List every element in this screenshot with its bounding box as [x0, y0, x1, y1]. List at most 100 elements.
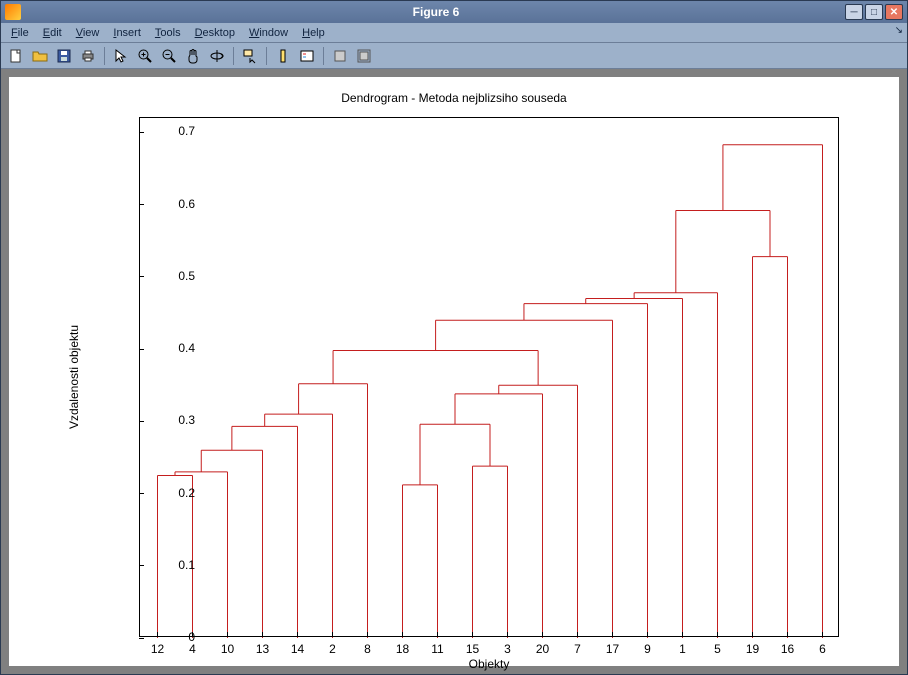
x-tick-label: 8 — [364, 642, 371, 656]
minimize-button[interactable]: ─ — [845, 4, 863, 20]
figure-window: Figure 6 ─ □ ✕ File Edit View Insert Too… — [0, 0, 908, 675]
zoom-out-icon — [161, 48, 177, 64]
x-tick-label: 13 — [256, 642, 269, 656]
y-tick-label: 0.2 — [178, 486, 195, 500]
x-tick-label: 10 — [221, 642, 234, 656]
x-tick-mark — [612, 632, 613, 637]
legend-icon — [299, 48, 315, 64]
menu-edit[interactable]: Edit — [37, 25, 68, 41]
x-tick-label: 1 — [679, 642, 686, 656]
y-tick-mark — [139, 204, 144, 205]
maximize-button[interactable]: □ — [865, 4, 883, 20]
menubar: File Edit View Insert Tools Desktop Wind… — [1, 23, 907, 43]
y-tick-label: 0.5 — [178, 269, 195, 283]
x-tick-mark — [717, 632, 718, 637]
folder-open-icon — [32, 48, 48, 64]
menu-insert[interactable]: Insert — [107, 25, 147, 41]
x-tick-label: 20 — [536, 642, 549, 656]
show-tools-button[interactable] — [353, 45, 375, 67]
y-tick-label: 0 — [188, 630, 195, 644]
menu-desktop[interactable]: Desktop — [189, 25, 241, 41]
pan-button[interactable] — [182, 45, 204, 67]
toolbar-separator — [323, 47, 324, 65]
x-tick-mark — [472, 632, 473, 637]
toolbar — [1, 43, 907, 69]
x-tick-label: 4 — [189, 642, 196, 656]
x-tick-mark — [752, 632, 753, 637]
y-tick-label: 0.1 — [178, 558, 195, 572]
x-tick-mark — [822, 632, 823, 637]
hand-icon — [185, 48, 201, 64]
save-button[interactable] — [53, 45, 75, 67]
axes[interactable]: 1241013142818111532071791519166 — [139, 117, 839, 637]
new-file-icon — [8, 48, 24, 64]
x-tick-label: 7 — [574, 642, 581, 656]
hide-tools-button[interactable] — [329, 45, 351, 67]
legend-button[interactable] — [296, 45, 318, 67]
toolbar-separator — [104, 47, 105, 65]
x-tick-label: 5 — [714, 642, 721, 656]
zoom-out-button[interactable] — [158, 45, 180, 67]
x-tick-label: 3 — [504, 642, 511, 656]
menu-view[interactable]: View — [70, 25, 106, 41]
data-cursor-button[interactable] — [239, 45, 261, 67]
x-tick-mark — [262, 632, 263, 637]
menu-file[interactable]: File — [5, 25, 35, 41]
pointer-icon — [113, 48, 129, 64]
show-tools-icon — [356, 48, 372, 64]
data-cursor-icon — [242, 48, 258, 64]
toolbar-separator — [266, 47, 267, 65]
toolbar-separator — [233, 47, 234, 65]
y-tick-label: 0.3 — [178, 413, 195, 427]
menu-tools[interactable]: Tools — [149, 25, 187, 41]
figure-canvas[interactable]: Dendrogram - Metoda nejblizsiho souseda … — [9, 77, 899, 666]
floppy-disk-icon — [56, 48, 72, 64]
window-title: Figure 6 — [27, 5, 845, 19]
x-tick-mark — [507, 632, 508, 637]
x-tick-mark — [402, 632, 403, 637]
x-tick-mark — [437, 632, 438, 637]
colorbar-button[interactable] — [272, 45, 294, 67]
rotate-3d-button[interactable] — [206, 45, 228, 67]
x-tick-label: 15 — [466, 642, 479, 656]
chart-title: Dendrogram - Metoda nejblizsiho souseda — [9, 91, 899, 105]
colorbar-icon — [275, 48, 291, 64]
x-tick-mark — [682, 632, 683, 637]
x-tick-mark — [297, 632, 298, 637]
x-tick-label: 16 — [781, 642, 794, 656]
print-button[interactable] — [77, 45, 99, 67]
menu-help[interactable]: Help — [296, 25, 331, 41]
x-tick-mark — [157, 632, 158, 637]
y-tick-label: 0.4 — [178, 341, 195, 355]
y-tick-mark — [139, 493, 144, 494]
menu-collapse-icon[interactable]: ↘ — [895, 25, 903, 36]
x-tick-label: 12 — [151, 642, 164, 656]
hide-tools-icon — [332, 48, 348, 64]
x-tick-mark — [647, 632, 648, 637]
edit-plot-button[interactable] — [110, 45, 132, 67]
y-tick-mark — [139, 638, 144, 639]
y-tick-label: 0.6 — [178, 197, 195, 211]
x-tick-label: 9 — [644, 642, 651, 656]
x-tick-label: 17 — [606, 642, 619, 656]
printer-icon — [80, 48, 96, 64]
y-axis-label: Vzdalenosti objektu — [67, 325, 81, 429]
x-tick-mark — [577, 632, 578, 637]
zoom-in-button[interactable] — [134, 45, 156, 67]
x-tick-label: 6 — [819, 642, 826, 656]
x-tick-mark — [542, 632, 543, 637]
x-tick-label: 14 — [291, 642, 304, 656]
new-figure-button[interactable] — [5, 45, 27, 67]
x-tick-mark — [332, 632, 333, 637]
close-button[interactable]: ✕ — [885, 4, 903, 20]
zoom-in-icon — [137, 48, 153, 64]
x-tick-mark — [787, 632, 788, 637]
menu-window[interactable]: Window — [243, 25, 294, 41]
y-tick-mark — [139, 565, 144, 566]
y-tick-mark — [139, 132, 144, 133]
y-tick-mark — [139, 349, 144, 350]
window-controls: ─ □ ✕ — [845, 4, 903, 20]
x-axis-label: Objekty — [469, 657, 510, 671]
rotate-icon — [209, 48, 225, 64]
open-button[interactable] — [29, 45, 51, 67]
